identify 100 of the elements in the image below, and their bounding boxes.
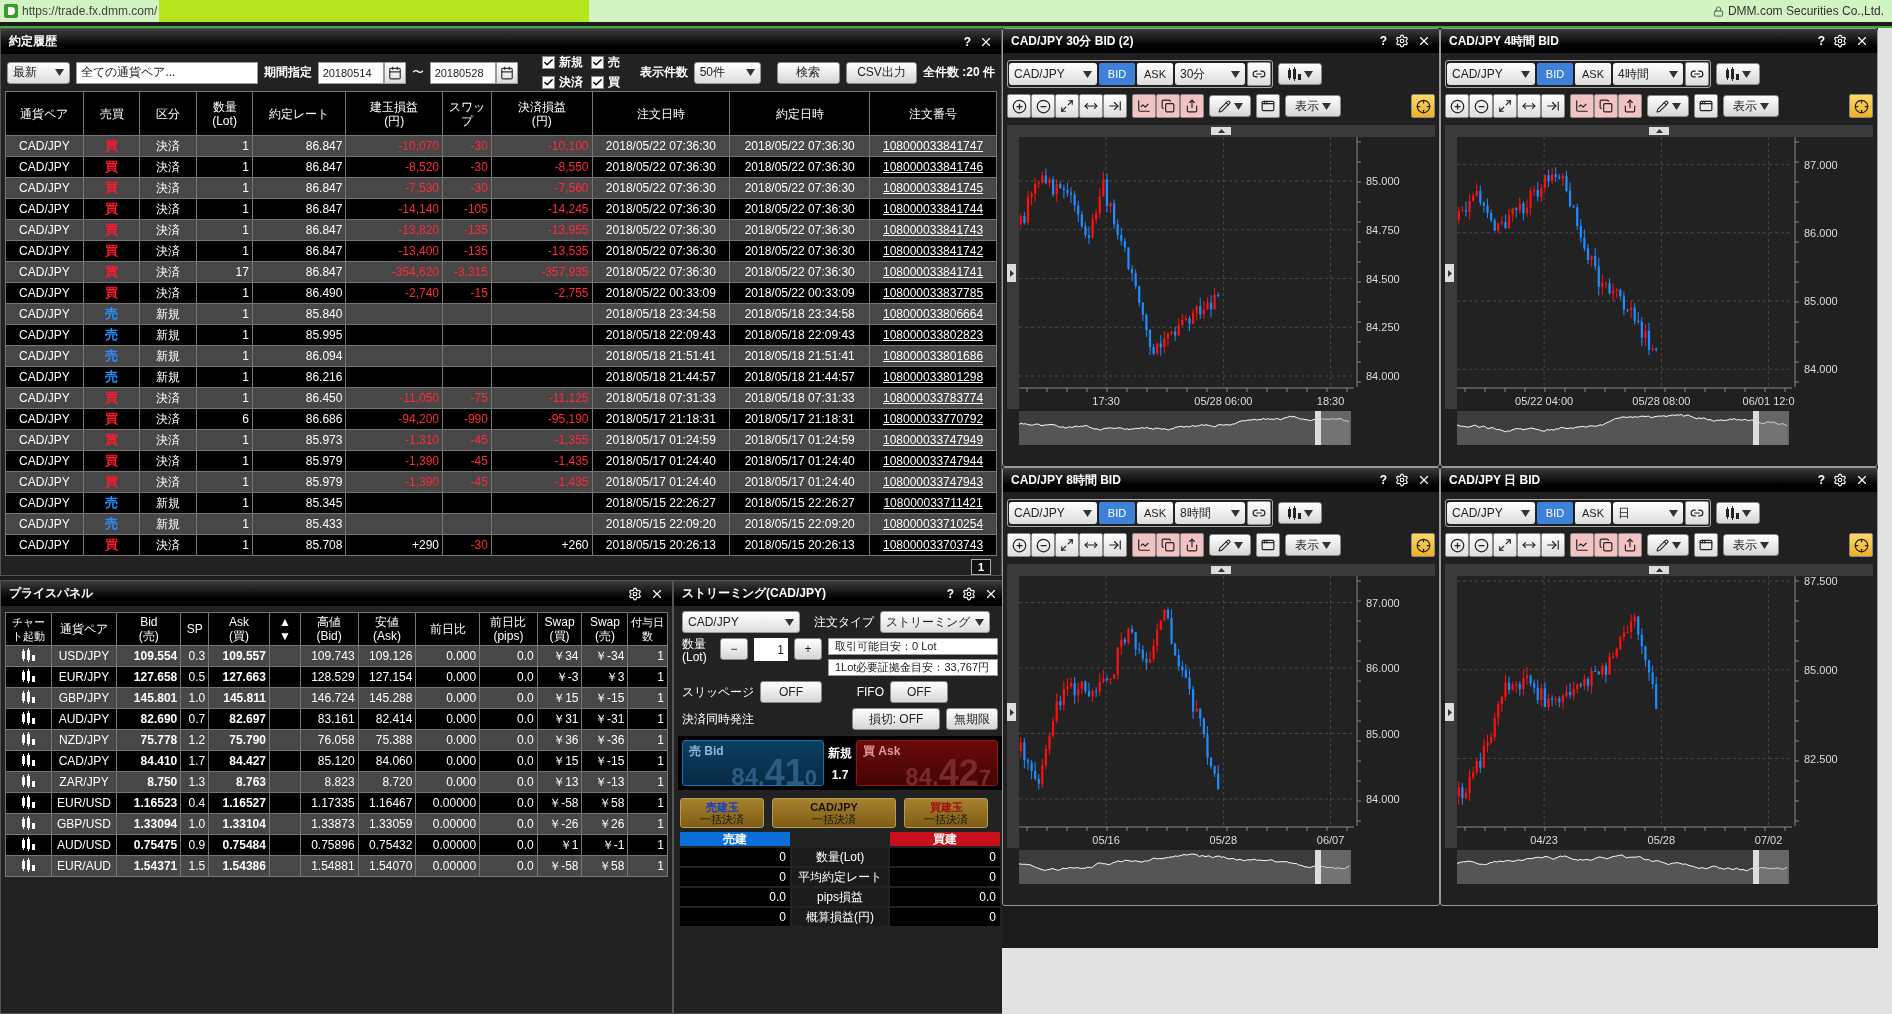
summary-label: 概算損益(円) (792, 908, 888, 926)
table-cell: 0.000 (415, 687, 480, 709)
table-cell: AUD/JPY (51, 708, 117, 730)
order-type-select[interactable]: ストリーミング (880, 611, 990, 633)
table-cell: -14,245 (491, 198, 592, 220)
sell-bid-button[interactable]: 売 Bid 84.410 (682, 740, 824, 786)
help-button[interactable]: ? (946, 586, 954, 601)
table-cell: GBP/JPY (51, 687, 117, 709)
pair-select[interactable]: CAD/JPY (1009, 502, 1097, 524)
slippage-toggle[interactable]: OFF (760, 681, 822, 703)
table-cell: -95,190 (491, 408, 592, 430)
table-cell: 2018/05/15 22:26:27 (592, 492, 730, 514)
column-header: 通貨ペア (51, 612, 117, 646)
view-button[interactable]: 表示 (1723, 534, 1779, 556)
table-cell: 1.0 (180, 813, 209, 835)
table-cell: 1.0 (180, 687, 209, 709)
price-side-tab[interactable]: ASK (1575, 502, 1611, 524)
view-button[interactable]: 表示 (1285, 95, 1341, 117)
expiry-button[interactable]: 無期限 (946, 708, 998, 730)
table-cell: EUR/USD (51, 792, 117, 814)
y-axis-label: 84.000 (1804, 363, 1838, 376)
price-side-tab[interactable]: BID (1099, 502, 1135, 524)
pair-select[interactable]: CAD/JPY (1447, 63, 1535, 85)
table-cell: 2018/05/18 21:44:57 (592, 366, 730, 388)
price-side-tab[interactable]: ASK (1137, 63, 1173, 85)
side-label: 売 (105, 348, 119, 363)
table-cell: 83.161 (300, 708, 359, 730)
price-side-tab[interactable]: BID (1099, 63, 1135, 85)
table-cell: 85.973 (252, 429, 346, 451)
page-button[interactable]: 1 (971, 559, 991, 575)
table-cell: 86.847 (252, 156, 346, 178)
help-button[interactable]: ? (963, 34, 971, 49)
help-button[interactable]: ? (1817, 473, 1825, 487)
table-cell: 1.33094 (117, 813, 181, 835)
view-button[interactable]: 表示 (1285, 534, 1341, 556)
price-side-tab[interactable]: BID (1537, 63, 1573, 85)
view-button[interactable]: 表示 (1723, 95, 1779, 117)
y-axis-label: 85.000 (1366, 175, 1400, 187)
bulk-settle-button[interactable]: 買建玉 一括決済 (904, 798, 988, 828)
table-cell: 1.54881 (300, 855, 359, 877)
table-cell: 76.058 (300, 729, 359, 751)
table-cell: -1,390 (345, 471, 443, 493)
pair-select[interactable]: CAD/JPY (682, 611, 800, 633)
help-button[interactable]: ? (1379, 473, 1387, 487)
table-cell: CAD/JPY (5, 387, 84, 409)
table-cell: 86.450 (252, 387, 346, 409)
side-label: 売 (105, 516, 119, 531)
side-label: 買 (105, 411, 119, 426)
table-cell: CAD/JPY (5, 156, 84, 178)
timeframe-select[interactable]: 30分 (1175, 63, 1245, 85)
pair-field[interactable]: 全ての通貨ペア... (76, 61, 258, 84)
csv-export-button[interactable]: CSV出力 (846, 61, 917, 84)
price-side-tab[interactable]: BID (1537, 502, 1573, 524)
pair-select[interactable]: CAD/JPY (1447, 502, 1535, 524)
table-cell: 1 (196, 450, 253, 472)
timeframe-select[interactable]: 日 (1613, 502, 1683, 524)
help-button[interactable]: ? (1817, 34, 1825, 48)
fifo-toggle[interactable]: OFF (890, 681, 948, 703)
table-cell: 1 (196, 303, 253, 325)
table-cell: CAD/JPY (5, 429, 84, 451)
table-cell: 86.094 (252, 345, 346, 367)
table-cell: 1 (196, 177, 253, 199)
search-button[interactable]: 検索 (776, 61, 841, 84)
date-field[interactable]: 20180514 (317, 61, 384, 84)
table-cell: -3,315 (442, 261, 492, 283)
table-cell: 1.33104 (208, 813, 270, 835)
date-field[interactable]: 20180528 (429, 61, 496, 84)
table-cell: 2018/05/22 07:36:30 (729, 177, 870, 199)
pair-select[interactable]: CAD/JPY (1009, 63, 1097, 85)
price-side-tab[interactable]: ASK (1137, 502, 1173, 524)
bulk-settle-button[interactable]: 売建玉 一括決済 (680, 798, 764, 828)
table-cell: 2018/05/17 01:24:59 (729, 429, 870, 451)
timeframe-select[interactable]: 8時間 (1175, 502, 1245, 524)
bulk-settle-button[interactable]: CAD/JPY 一括決済 (772, 798, 896, 828)
column-header: 売買 (83, 91, 140, 136)
timeframe-select[interactable]: 4時間 (1613, 63, 1683, 85)
quantity-field[interactable]: 1 (754, 638, 788, 661)
stop-loss-button[interactable]: 損切: OFF (852, 708, 940, 730)
count-select[interactable]: 50件 (693, 61, 761, 84)
sort-select[interactable]: 最新 (7, 61, 71, 84)
table-cell: -13,400 (345, 240, 443, 262)
table-cell: 0.0 (479, 792, 538, 814)
column-header: 注文日時 (592, 91, 730, 136)
price-side-tab[interactable]: ASK (1575, 63, 1611, 85)
table-cell: 1.33873 (300, 813, 359, 835)
table-cell: CAD/JPY (5, 345, 84, 367)
column-header: 安値 (Ask) (358, 612, 416, 646)
table-cell: 2018/05/22 07:36:30 (729, 261, 870, 283)
table-cell: 1 (627, 855, 668, 877)
table-cell: 1.16527 (208, 792, 270, 814)
table-cell: 0.3 (180, 645, 209, 667)
help-button[interactable]: ? (1379, 34, 1387, 48)
table-cell: 1 (196, 240, 253, 262)
panel-title: プライスパネル (9, 585, 93, 602)
table-cell: -135 (442, 240, 492, 262)
side-label: 買 (105, 264, 119, 279)
table-cell: 1 (196, 513, 253, 535)
increase-button[interactable]: + (794, 638, 822, 660)
table-cell: ￥-34 (582, 645, 628, 667)
decrease-button[interactable]: − (720, 638, 748, 660)
